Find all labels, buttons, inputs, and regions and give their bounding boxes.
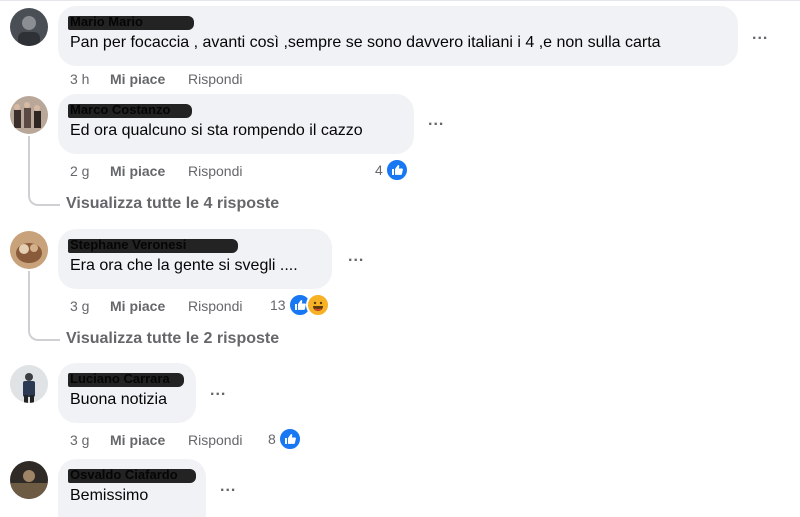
comment-author[interactable]: Osvaldo Ciafardo — [68, 467, 196, 483]
view-replies-link[interactable]: Visualizza tutte le 4 risposte — [66, 195, 279, 213]
reply-button[interactable]: Rispondi — [188, 71, 242, 87]
like-button[interactable]: Mi piace — [110, 432, 188, 448]
more-options-icon[interactable]: ... — [220, 478, 236, 496]
comment-time[interactable]: 3 h — [70, 71, 110, 87]
more-options-icon[interactable]: ... — [752, 26, 768, 44]
reaction-count: 8 — [268, 431, 276, 447]
more-options-icon[interactable]: ... — [348, 248, 364, 266]
comment-author[interactable]: Marco Costanzo — [68, 102, 402, 118]
comment-actions: 2 g Mi piace Rispondi — [70, 163, 242, 179]
comment-time[interactable]: 3 g — [70, 298, 110, 314]
like-button[interactable]: Mi piace — [110, 298, 188, 314]
laughing-face-icon — [305, 293, 330, 317]
like-button[interactable]: Mi piace — [110, 163, 188, 179]
thumbs-up-icon — [384, 158, 409, 182]
comment-bubble: Luciano Carrara Buona notizia — [58, 363, 196, 423]
more-options-icon[interactable]: ... — [428, 112, 444, 130]
reaction-summary[interactable]: 4 — [375, 158, 409, 182]
comment-actions: 3 g Mi piace Rispondi — [70, 298, 242, 314]
comment-bubble: Stephane Veronesi Era ora che la gente s… — [58, 229, 332, 289]
comment-author[interactable]: Luciano Carrara — [68, 371, 184, 387]
comment-text: Pan per focaccia , avanti così ,sempre s… — [70, 34, 661, 51]
view-replies-link[interactable]: Visualizza tutte le 2 risposte — [66, 330, 279, 348]
avatar[interactable] — [10, 8, 48, 46]
thumbs-up-icon — [277, 427, 302, 451]
avatar[interactable] — [10, 96, 48, 134]
reply-thread-line — [28, 271, 60, 341]
reply-thread-line — [28, 136, 60, 206]
avatar[interactable] — [10, 461, 48, 499]
avatar[interactable] — [10, 231, 48, 269]
comment-author[interactable]: Mario Mario — [68, 14, 726, 30]
comment-actions: 3 g Mi piace Rispondi — [70, 432, 242, 448]
comment-text: Ed ora qualcuno si sta rompendo il cazzo — [70, 122, 363, 139]
comment-text: Bemissimo — [70, 487, 149, 504]
comment-time[interactable]: 3 g — [70, 432, 110, 448]
comment-time[interactable]: 2 g — [70, 163, 110, 179]
reply-button[interactable]: Rispondi — [188, 298, 242, 314]
reaction-count: 13 — [270, 297, 286, 313]
like-button[interactable]: Mi piace — [110, 71, 188, 87]
reaction-summary[interactable]: 8 — [268, 427, 302, 451]
more-options-icon[interactable]: ... — [210, 382, 226, 400]
comment-author[interactable]: Stephane Veronesi — [68, 237, 320, 253]
reply-button[interactable]: Rispondi — [188, 432, 242, 448]
comment-text: Era ora che la gente si svegli .... — [70, 257, 298, 274]
comment-text: Buona notizia — [70, 391, 167, 408]
reaction-count: 4 — [375, 162, 383, 178]
avatar[interactable] — [10, 365, 48, 403]
top-divider — [0, 0, 800, 1]
reply-button[interactable]: Rispondi — [188, 163, 242, 179]
comment-bubble: Mario Mario Pan per focaccia , avanti co… — [58, 6, 738, 66]
reaction-summary[interactable]: 13 — [270, 293, 330, 317]
comment-actions: 3 h Mi piace Rispondi — [70, 71, 242, 87]
comment-bubble: Osvaldo Ciafardo Bemissimo — [58, 459, 206, 517]
comment-bubble: Marco Costanzo Ed ora qualcuno si sta ro… — [58, 94, 414, 154]
